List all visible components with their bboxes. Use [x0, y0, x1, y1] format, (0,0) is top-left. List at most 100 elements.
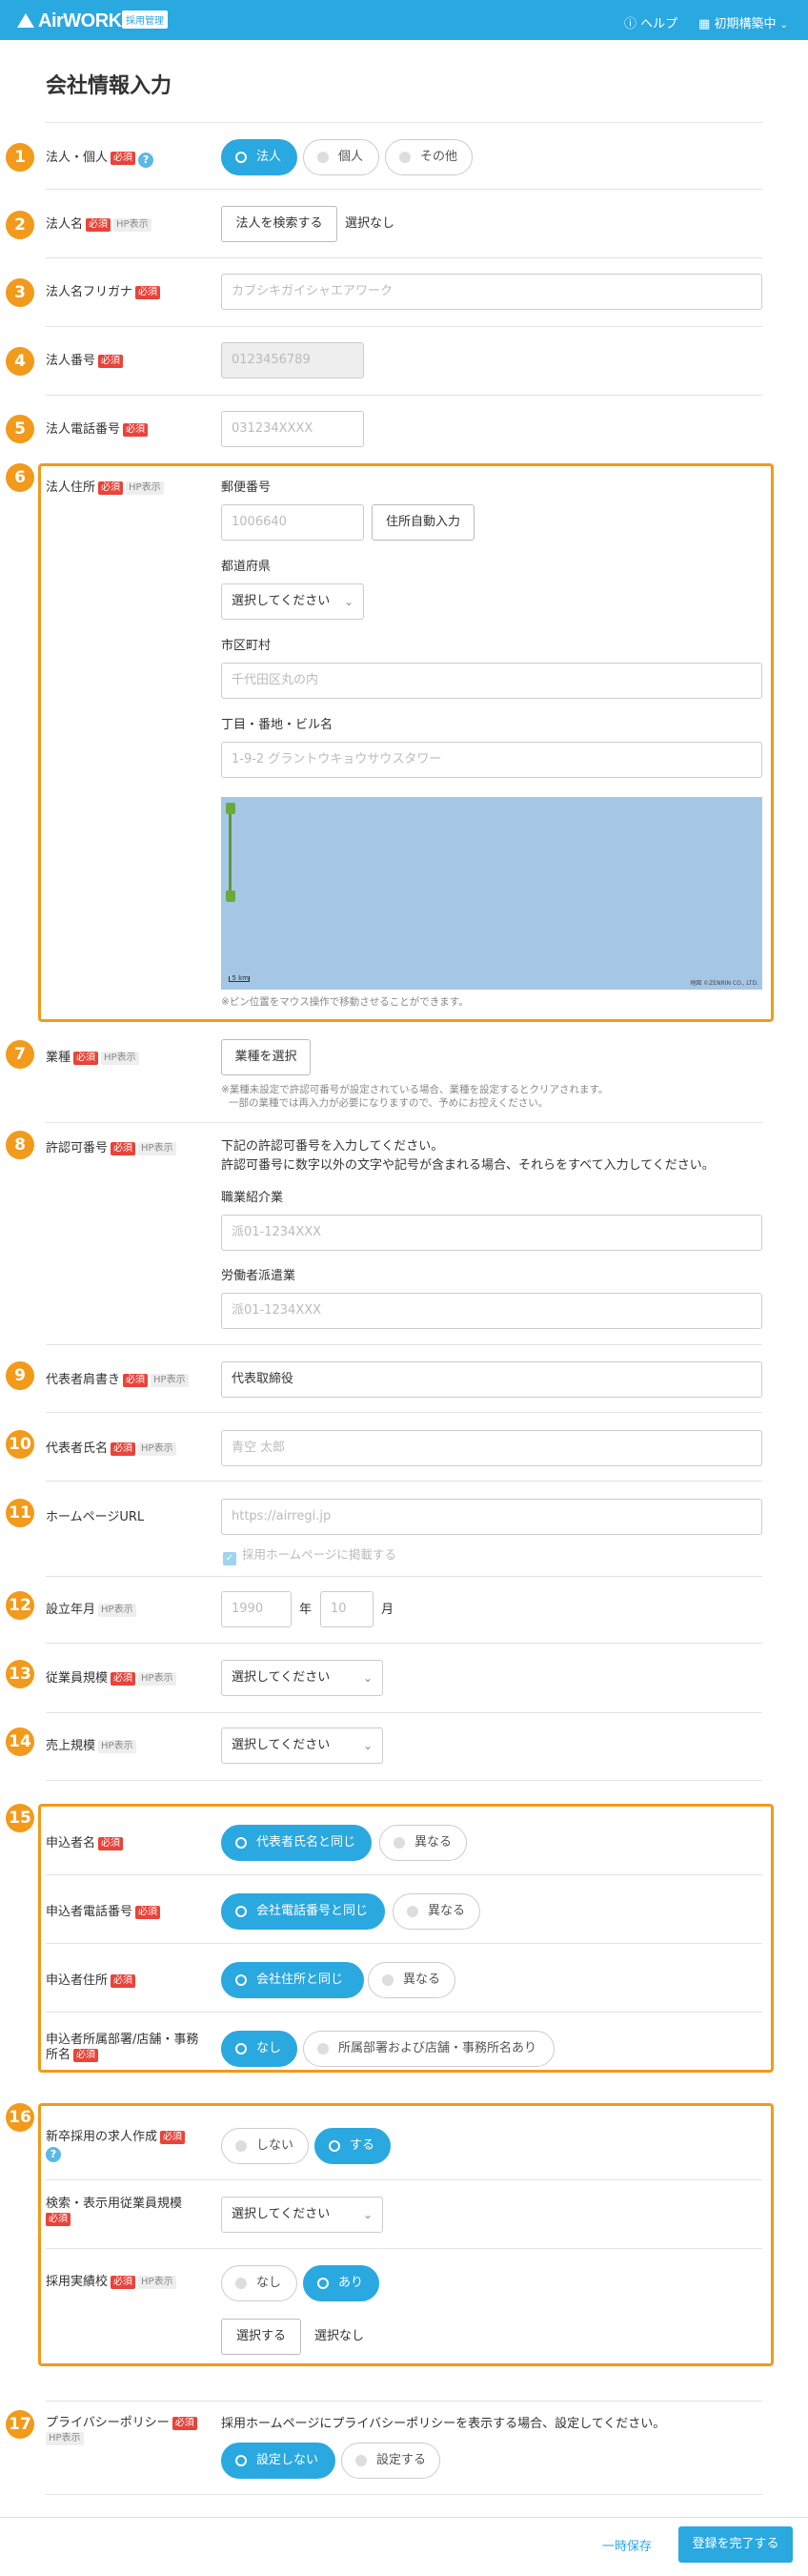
divider	[46, 2012, 762, 2013]
radio-department-exists[interactable]: 所属部署および店舗・事務所名あり	[303, 2031, 555, 2067]
divider	[46, 1122, 762, 1123]
complete-registration-button[interactable]: 登録を完了する	[678, 2526, 793, 2563]
help-circle-icon: ⓘ	[624, 17, 637, 31]
rep-name-input[interactable]: 青空 太郎	[221, 1430, 762, 1466]
radio-dot-icon	[355, 2455, 367, 2466]
radio-dot-icon	[235, 2278, 247, 2289]
radio-corporation[interactable]: 法人	[221, 139, 297, 175]
zoom-in-icon[interactable]	[226, 803, 235, 814]
step-number: 13	[6, 1660, 34, 1688]
radio-department-none[interactable]: なし	[221, 2031, 297, 2067]
search-employee-size-label: 検索・表示用従業員規模 必須	[46, 2197, 183, 2226]
established-month-input[interactable]: 10	[320, 1591, 374, 1627]
divider	[46, 326, 762, 327]
rep-title-input[interactable]: 代表取締役	[221, 1361, 762, 1398]
sales-size-select[interactable]: 選択してください ⌄	[221, 1728, 383, 1764]
divider	[46, 1780, 762, 1781]
radio-applicant-same-rep[interactable]: 代表者氏名と同じ	[221, 1825, 372, 1861]
radio-privacy-no[interactable]: 設定しない	[221, 2443, 335, 2479]
radio-dot-icon	[235, 2455, 247, 2466]
homepage-url-input[interactable]: https://airregi.jp	[221, 1499, 762, 1535]
radio-alma-mater-none[interactable]: なし	[221, 2265, 297, 2301]
building-icon: ▦	[698, 17, 711, 31]
setup-menu[interactable]: ▦ 初期構築中 ⌄	[698, 13, 788, 31]
temporary-save-button[interactable]: 一時保存	[602, 2536, 652, 2554]
divider	[46, 1481, 762, 1482]
help-link[interactable]: ⓘ ヘルプ	[624, 13, 677, 31]
corporate-phone-label: 法人電話番号 必須	[46, 422, 149, 438]
address-autofill-button[interactable]: 住所自動入力	[372, 504, 475, 541]
radio-dot-icon	[317, 2043, 329, 2055]
radio-applicant-address-different[interactable]: 異なる	[368, 1962, 455, 1998]
step-number: 1	[6, 143, 34, 172]
radio-dot-icon	[235, 2140, 247, 2152]
newgrad-label: 新卒採用の求人作成 必須?	[46, 2130, 186, 2162]
placement-license-input[interactable]: 派01-1234XXX	[221, 1215, 762, 1251]
radio-dot-icon	[235, 152, 247, 163]
step-number: 6	[6, 463, 34, 492]
help-icon[interactable]: ?	[46, 2147, 61, 2162]
street-input[interactable]: 1-9-2 グラントウキョウサウスタワー	[221, 742, 762, 778]
chevron-down-icon: ⌄	[779, 20, 788, 31]
corporate-phone-input[interactable]: 031234XXXX	[221, 411, 364, 447]
alma-mater-label: 採用実績校 必須 HP表示	[46, 2275, 176, 2290]
radio-privacy-yes[interactable]: 設定する	[341, 2443, 440, 2479]
employee-size-select[interactable]: 選択してください ⌄	[221, 1660, 383, 1696]
footer-divider	[0, 2517, 808, 2518]
step-number: 15	[6, 1804, 34, 1832]
location-map[interactable]: 5 km 地図 ©ZENRIN CO., LTD.	[221, 797, 762, 990]
radio-individual[interactable]: 個人	[303, 139, 379, 175]
city-input[interactable]: 千代田区丸の内	[221, 663, 762, 699]
corporate-number-label: 法人番号 必須	[46, 354, 124, 369]
divider	[46, 189, 762, 190]
radio-alma-mater-exists[interactable]: あり	[303, 2265, 379, 2301]
step-number: 16	[6, 2103, 34, 2132]
publish-checkbox[interactable]: ✓ 採用ホームページに掲載する	[223, 1544, 396, 1565]
radio-applicant-name-different[interactable]: 異なる	[379, 1825, 467, 1861]
search-corporation-button[interactable]: 法人を検索する	[221, 206, 337, 242]
radio-newgrad-no[interactable]: しない	[221, 2128, 309, 2164]
divider	[46, 1643, 762, 1644]
corporate-type-label: 法人・個人 必須?	[46, 151, 154, 168]
established-year-input[interactable]: 1990	[221, 1591, 292, 1627]
industry-note-2: 一部の業種では再入力が必要になりますので、予めにお控えください。	[229, 1097, 549, 1109]
radio-newgrad-yes[interactable]: する	[314, 2128, 391, 2164]
corporate-kana-input[interactable]: カブシキガイシャエアワーク	[221, 274, 762, 310]
radio-dot-icon	[317, 152, 329, 163]
prefecture-label: 都道府県	[221, 560, 272, 574]
map-note: ※ピン位置をマウス操作で移動させることができます。	[221, 996, 469, 1008]
radio-other[interactable]: その他	[385, 139, 473, 175]
postal-code-input[interactable]: 1006640	[221, 504, 364, 541]
app-logo[interactable]: AirWORK	[17, 10, 122, 32]
help-icon[interactable]: ?	[138, 153, 154, 168]
step-number: 12	[6, 1591, 34, 1620]
step-number: 7	[6, 1040, 34, 1069]
privacy-policy-label: プライバシーポリシー 必須 HP表示	[46, 2416, 197, 2446]
radio-applicant-same-address[interactable]: 会社住所と同じ	[221, 1962, 364, 1998]
chevron-down-icon: ⌄	[362, 1671, 373, 1685]
step-number: 9	[6, 1361, 34, 1390]
established-label: 設立年月 HP表示	[46, 1603, 136, 1618]
applicant-phone-label: 申込者電話番号 必須	[46, 1905, 161, 1920]
prefecture-select[interactable]: 選択してください ⌄	[221, 583, 364, 620]
sales-size-label: 売上規模 HP表示	[46, 1739, 136, 1754]
corporate-number-input[interactable]: 0123456789	[221, 342, 364, 378]
map-zoom-slider[interactable]	[226, 803, 235, 902]
postal-code-label: 郵便番号	[221, 480, 272, 495]
divider	[46, 395, 762, 396]
zoom-handle-icon[interactable]	[226, 890, 235, 902]
divider	[46, 122, 762, 123]
divider	[46, 257, 762, 258]
dispatch-license-label: 労働者派遣業	[221, 1269, 296, 1283]
map-scale: 5 km	[229, 975, 250, 982]
select-schools-button[interactable]: 選択する	[221, 2319, 301, 2355]
corporate-name-label: 法人名 必須 HP表示	[46, 217, 152, 233]
radio-dot-icon	[235, 1974, 247, 1986]
radio-applicant-same-phone[interactable]: 会社電話番号と同じ	[221, 1893, 385, 1930]
search-employee-size-select[interactable]: 選択してください ⌄	[221, 2197, 383, 2233]
select-industry-button[interactable]: 業種を選択	[221, 1039, 311, 1075]
dispatch-license-input[interactable]: 派01-1234XXX	[221, 1293, 762, 1329]
chevron-down-icon: ⌄	[343, 595, 354, 608]
app-header: AirWORK 採用管理 ⓘ ヘルプ ▦ 初期構築中 ⌄	[0, 0, 808, 40]
radio-applicant-phone-different[interactable]: 異なる	[393, 1893, 480, 1930]
